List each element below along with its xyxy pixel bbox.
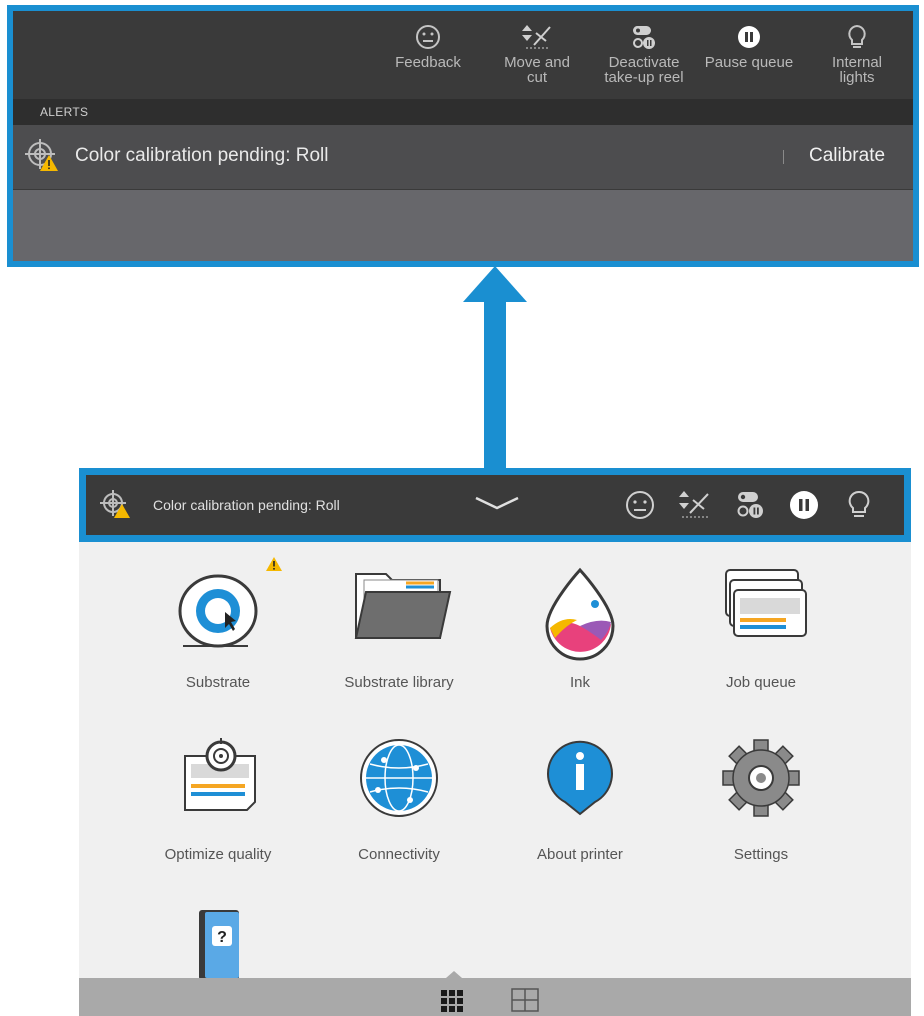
tile-ink[interactable]: Ink bbox=[490, 566, 670, 691]
alert-text: Color calibration pending: Roll bbox=[75, 145, 329, 166]
deactivate-take-up-reel-button[interactable]: Deactivate take-up reel bbox=[594, 23, 694, 85]
pause-icon[interactable] bbox=[787, 489, 821, 521]
tile-optimize-quality[interactable]: Optimize quality bbox=[128, 738, 308, 863]
tile-label: Connectivity bbox=[358, 846, 440, 863]
alerts-empty-area bbox=[13, 190, 913, 261]
tile-substrate-library[interactable]: Substrate library bbox=[309, 566, 489, 691]
bottom-navigation bbox=[79, 978, 911, 1016]
zoomed-top-panel: Feedback Move and cut Deactivate take-up… bbox=[7, 5, 919, 267]
calibration-warning-icon bbox=[100, 490, 130, 518]
move-and-cut-icon bbox=[522, 25, 551, 49]
internal-lights-label-1: Internal bbox=[831, 54, 883, 71]
tile-substrate[interactable]: Substrate bbox=[128, 557, 308, 691]
printer-home-screen: Color calibration pending: Roll Substrat… bbox=[79, 468, 911, 1016]
status-bar[interactable]: Color calibration pending: Roll bbox=[79, 468, 911, 542]
internal-lights-button[interactable]: Internal lights bbox=[807, 23, 907, 85]
warning-icon bbox=[266, 557, 282, 571]
tile-connectivity[interactable]: Connectivity bbox=[309, 738, 489, 863]
tile-label: Ink bbox=[569, 674, 590, 691]
pause-icon bbox=[738, 26, 760, 48]
move-and-cut-icon[interactable] bbox=[678, 489, 712, 521]
move-and-cut-button[interactable]: Move and cut bbox=[487, 23, 587, 85]
smiley-icon[interactable] bbox=[623, 489, 657, 521]
take-up-reel-icon[interactable] bbox=[734, 489, 768, 521]
substrate-roll-icon bbox=[178, 574, 258, 648]
tile-label: Substrate library bbox=[344, 674, 454, 691]
lightbulb-icon[interactable] bbox=[842, 489, 876, 521]
nav-indicator bbox=[446, 971, 462, 978]
smiley-icon bbox=[416, 25, 440, 49]
ink-drop-icon bbox=[545, 567, 615, 661]
move-and-cut-label-2: cut bbox=[526, 69, 547, 86]
lightbulb-icon bbox=[848, 24, 866, 48]
tile-settings[interactable]: Settings bbox=[671, 738, 851, 863]
tile-label: Substrate bbox=[185, 674, 251, 691]
tile-label: Settings bbox=[733, 846, 789, 863]
optimize-quality-icon bbox=[184, 738, 256, 811]
tile-label: About printer bbox=[537, 846, 623, 863]
arrow-head bbox=[463, 266, 527, 302]
alert-separator bbox=[783, 150, 784, 164]
alert-item[interactable]: Color calibration pending: Roll Calibrat… bbox=[13, 125, 913, 190]
tile-job-queue[interactable]: Job queue bbox=[671, 566, 851, 691]
quick-actions-toolbar: Feedback Move and cut Deactivate take-up… bbox=[13, 11, 913, 99]
panel-view-icon[interactable] bbox=[511, 988, 539, 1012]
internal-lights-label-2: lights bbox=[839, 69, 875, 86]
status-text: Color calibration pending: Roll bbox=[153, 497, 340, 513]
feedback-label: Feedback bbox=[395, 54, 461, 71]
move-and-cut-label-1: Move and bbox=[504, 54, 570, 71]
calibration-warning-icon bbox=[25, 139, 58, 171]
svg-text:?: ? bbox=[217, 929, 227, 946]
take-up-reel-icon bbox=[633, 26, 655, 49]
tile-label: Optimize quality bbox=[164, 846, 272, 863]
info-icon bbox=[547, 740, 613, 816]
arrow-shaft bbox=[484, 300, 506, 472]
globe-icon bbox=[360, 739, 438, 817]
feedback-button[interactable]: Feedback bbox=[378, 23, 478, 70]
pause-queue-button[interactable]: Pause queue bbox=[699, 23, 799, 70]
calibrate-button[interactable]: Calibrate bbox=[809, 145, 885, 167]
folder-icon bbox=[354, 573, 452, 639]
alerts-header: ALERTS bbox=[13, 99, 913, 125]
pause-queue-label: Pause queue bbox=[704, 54, 794, 71]
gear-icon bbox=[722, 739, 800, 817]
tile-about-printer[interactable]: About printer bbox=[490, 738, 670, 863]
tile-label: Job queue bbox=[725, 674, 797, 691]
grid-view-icon[interactable] bbox=[441, 990, 463, 1012]
deactivate-label-2: take-up reel bbox=[604, 69, 684, 86]
deactivate-label-1: Deactivate bbox=[608, 54, 680, 71]
job-queue-icon bbox=[725, 569, 807, 637]
chevron-down-icon[interactable] bbox=[474, 494, 520, 514]
